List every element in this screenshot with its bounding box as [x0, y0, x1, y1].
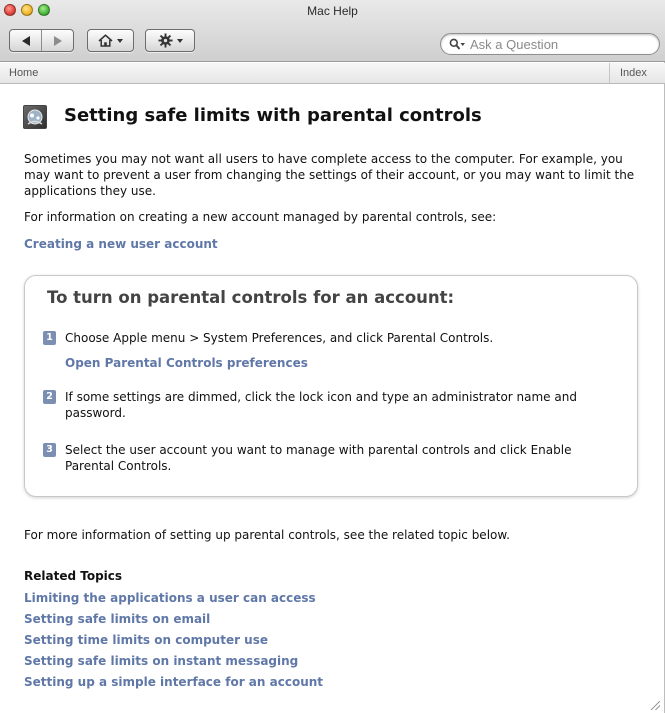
search-input[interactable]: [470, 36, 640, 52]
step-number-badge: 2: [43, 390, 56, 404]
list-item: Limiting the applications a user can acc…: [24, 589, 323, 610]
related-topic-link[interactable]: Limiting the applications a user can acc…: [24, 591, 316, 605]
chevron-down-icon: [117, 38, 123, 43]
step-1: 1 Choose Apple menu > System Preferences…: [43, 330, 613, 346]
related-topic-link[interactable]: Setting safe limits on instant messaging: [24, 654, 298, 668]
step-text: Choose Apple menu > System Preferences, …: [65, 331, 494, 345]
resize-grip[interactable]: [651, 701, 660, 710]
intro-paragraph: Sometimes you may not want all users to …: [24, 152, 635, 198]
index-button[interactable]: Index: [609, 63, 665, 83]
window-title: Mac Help: [307, 4, 358, 18]
step-number-badge: 1: [43, 331, 56, 345]
list-item: Setting safe limits on email: [24, 610, 323, 631]
related-topics-list: Limiting the applications a user can acc…: [24, 589, 323, 694]
more-info-paragraph: For more information of setting up paren…: [24, 528, 510, 542]
home-button[interactable]: [87, 29, 134, 52]
related-topics-heading: Related Topics: [24, 569, 123, 583]
gear-icon: [157, 33, 173, 48]
list-item: Setting up a simple interface for an acc…: [24, 673, 323, 694]
task-box: To turn on parental controls for an acco…: [24, 275, 638, 497]
chevron-down-icon: [176, 38, 183, 43]
creating-new-user-account-link[interactable]: Creating a new user account: [24, 237, 218, 251]
related-topic-link[interactable]: Setting time limits on computer use: [24, 633, 268, 647]
step-3: 3 Select the user account you want to ma…: [43, 442, 613, 474]
step-text: Select the user account you want to mana…: [65, 443, 572, 473]
forward-button[interactable]: [41, 30, 73, 51]
forward-arrow-icon: [53, 35, 62, 46]
page-title: Setting safe limits with parental contro…: [64, 105, 482, 126]
search-field[interactable]: [440, 33, 660, 55]
step-2: 2 If some settings are dimmed, click the…: [43, 389, 613, 421]
related-topic-link[interactable]: Setting up a simple interface for an acc…: [24, 675, 323, 689]
list-item: Setting time limits on computer use: [24, 631, 323, 652]
navigation-buttons: [9, 29, 74, 52]
back-arrow-icon: [21, 35, 30, 46]
home-button-content: [88, 30, 133, 51]
info-paragraph: For information on creating a new accoun…: [24, 210, 497, 224]
step-text: If some settings are dimmed, click the l…: [65, 390, 577, 420]
step-number-badge: 3: [43, 443, 56, 457]
task-title: To turn on parental controls for an acco…: [47, 288, 455, 307]
action-button-content: [146, 30, 194, 51]
open-parental-controls-link[interactable]: Open Parental Controls preferences: [65, 356, 308, 370]
breadcrumb-home-link[interactable]: Home: [9, 67, 38, 79]
back-button[interactable]: [10, 30, 41, 51]
parental-controls-glyph: [27, 109, 43, 125]
home-icon: [98, 34, 113, 47]
related-topic-link[interactable]: Setting safe limits on email: [24, 612, 210, 626]
list-item: Setting safe limits on instant messaging: [24, 652, 323, 673]
help-window: Mac Help Ask a Question Home Index Setti…: [0, 0, 665, 713]
parental-controls-icon: [23, 105, 47, 129]
breadcrumb: Home Index: [0, 63, 665, 84]
toolbar: Mac Help: [0, 0, 665, 62]
action-menu-button[interactable]: [145, 29, 195, 52]
magnifier-icon[interactable]: [449, 38, 466, 50]
